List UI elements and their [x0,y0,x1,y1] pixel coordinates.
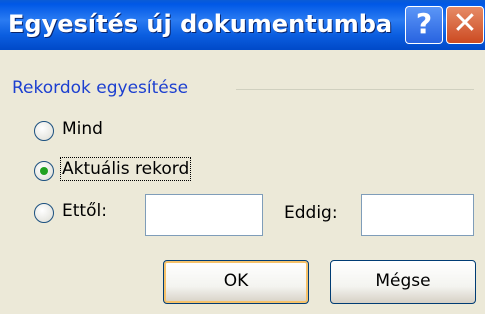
title-bar: Egyesítés új dokumentumba ? ✕ [0,0,485,50]
group-label: Rekordok egyesítése [12,78,189,98]
help-button[interactable]: ? [405,6,443,44]
from-input[interactable] [145,194,263,236]
close-button[interactable]: ✕ [446,6,484,44]
radio-from-label[interactable]: Ettől: [62,201,107,221]
to-input[interactable] [361,194,474,236]
radio-from[interactable] [34,203,54,223]
radio-current-record[interactable] [34,161,54,181]
cancel-button[interactable]: Mégse [330,260,476,304]
radio-selected-dot [40,167,48,175]
radio-current-record-label[interactable]: Aktuális rekord [59,157,192,181]
window-title: Egyesítés új dokumentumba [8,10,393,38]
ok-button[interactable]: OK [163,260,309,304]
radio-all-label[interactable]: Mind [62,119,103,139]
radio-all[interactable] [34,121,54,141]
group-divider [236,89,474,90]
to-label: Eddig: [284,203,338,223]
close-icon: ✕ [452,6,478,41]
help-icon: ? [415,7,433,40]
